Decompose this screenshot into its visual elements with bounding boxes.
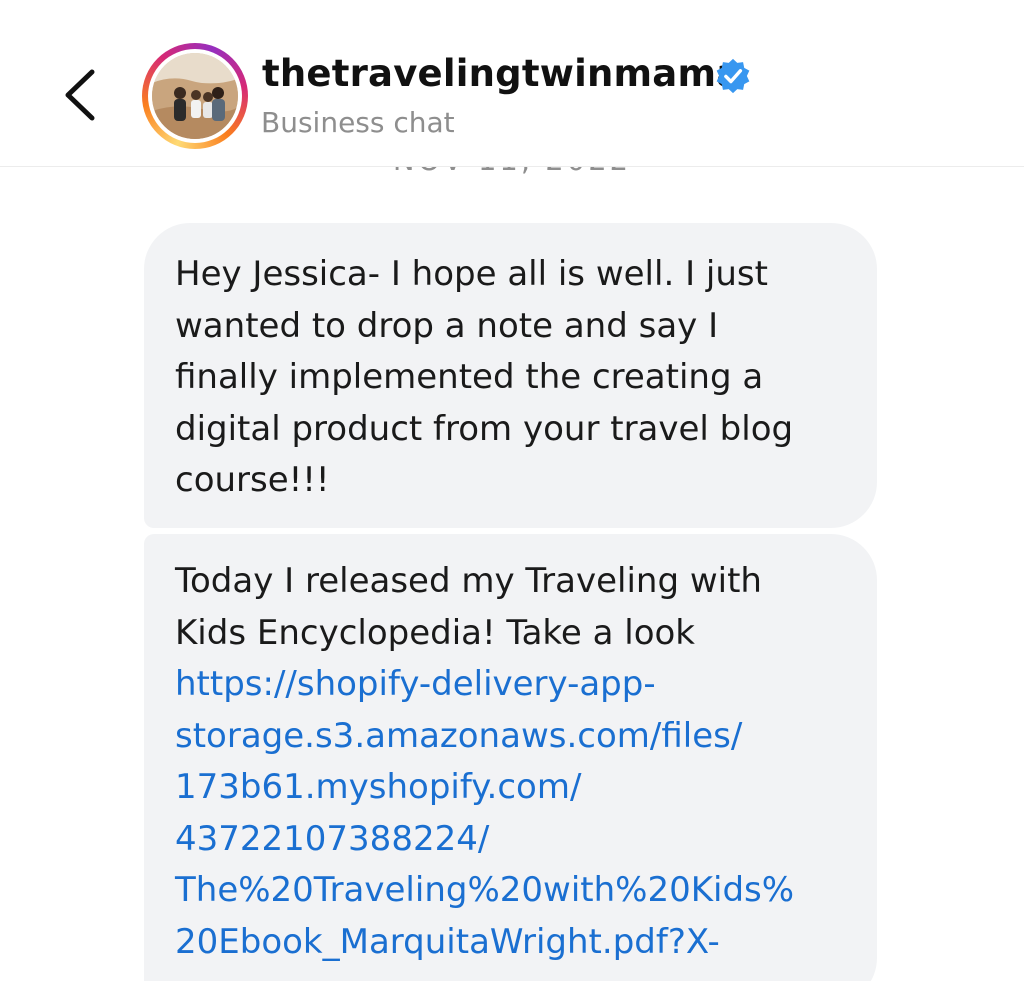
message-bubble[interactable]: Today I released my Traveling with Kids … (144, 534, 877, 981)
message-text-line: Today I released my Traveling with (175, 561, 762, 601)
avatar-photo (152, 53, 238, 139)
chat-header: thetravelingtwinmama Business chat (0, 0, 1024, 167)
chat-type-label: Business chat (261, 106, 455, 139)
message-link[interactable]: https://shopify-delivery-app- (175, 659, 857, 711)
avatar[interactable] (142, 43, 248, 149)
message-link[interactable]: storage.s3.amazonaws.com/files/ (175, 711, 857, 763)
message-link[interactable]: The%20Traveling%20with%20Kids% (175, 865, 857, 917)
message-link[interactable]: 173b61.myshopify.com/ (175, 762, 857, 814)
message-text-line: finally implemented the creating a (175, 357, 764, 397)
chat-screen: NOV 11, 2022 (0, 0, 1024, 981)
message-text-line: Kids Encyclopedia! Take a look (175, 612, 695, 653)
message-text-line: course!!! (175, 460, 330, 500)
message-link[interactable]: 43722107388224/ (175, 814, 857, 866)
message-text-line: wanted to drop a note and say I (175, 305, 719, 346)
back-button[interactable] (58, 62, 104, 128)
message-text-line: Hey Jessica- I hope all is well. I just (175, 254, 768, 294)
avatar-border (148, 49, 242, 143)
chevron-left-icon (65, 69, 95, 121)
message-bubble[interactable]: Hey Jessica- I hope all is well. I just … (144, 223, 877, 528)
message-link[interactable]: 20Ebook_MarquitaWright.pdf?X- (175, 917, 857, 969)
username[interactable]: thetravelingtwinmama (262, 52, 741, 95)
verified-badge-icon (716, 58, 750, 94)
message-text-line: digital product from your travel blog (175, 408, 794, 449)
